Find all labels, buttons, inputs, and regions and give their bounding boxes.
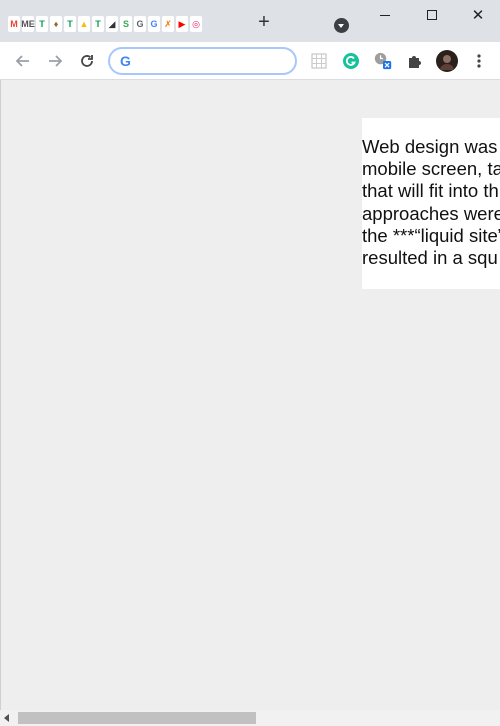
- sheets-icon[interactable]: T: [92, 16, 104, 32]
- arrow-left-icon: [15, 55, 29, 67]
- bolt-icon[interactable]: ✗: [162, 16, 174, 32]
- mega-icon[interactable]: ME: [21, 16, 35, 32]
- figure-icon[interactable]: ♦: [50, 16, 62, 32]
- google-icon[interactable]: G: [148, 16, 160, 32]
- minimize-button[interactable]: [362, 4, 408, 26]
- body-paragraph: Web design was mobile screen, ta that wi…: [362, 136, 500, 269]
- new-tab-button[interactable]: +: [254, 12, 274, 32]
- tab-search-icon[interactable]: [334, 18, 349, 33]
- horizontal-scrollbar[interactable]: [0, 710, 500, 726]
- slash-app-icon[interactable]: ◢: [106, 16, 118, 32]
- green-circle-icon[interactable]: S: [120, 16, 132, 32]
- address-input[interactable]: [140, 51, 290, 71]
- drive-icon[interactable]: ▲: [78, 16, 90, 32]
- youtube-icon[interactable]: ▶: [176, 16, 188, 32]
- back-button[interactable]: [12, 50, 34, 72]
- sheets-icon[interactable]: T: [64, 16, 76, 32]
- google-icon: G: [120, 53, 131, 69]
- gmail-icon[interactable]: M: [8, 16, 20, 32]
- page-viewport: Web design was mobile screen, ta that wi…: [0, 80, 500, 710]
- scroll-left-arrow-icon[interactable]: [4, 714, 9, 722]
- profile-avatar[interactable]: [436, 50, 458, 72]
- close-icon: ✕: [471, 6, 485, 24]
- sheets-icon[interactable]: T: [36, 16, 48, 32]
- pink-app-icon[interactable]: ◎: [190, 16, 202, 32]
- extension-grid-icon[interactable]: [310, 52, 328, 70]
- address-bar[interactable]: G: [108, 47, 297, 75]
- maximize-icon: [427, 10, 437, 20]
- menu-kebab-icon[interactable]: [470, 52, 488, 70]
- extensions-puzzle-icon[interactable]: [406, 52, 424, 70]
- browser-toolbar: G: [0, 42, 500, 80]
- forward-button[interactable]: [44, 50, 66, 72]
- minimize-icon: [380, 14, 390, 16]
- scrollbar-thumb[interactable]: [18, 712, 256, 724]
- content-card: Web design was mobile screen, ta that wi…: [362, 118, 500, 289]
- reload-button[interactable]: [76, 50, 98, 72]
- maximize-button[interactable]: [409, 4, 455, 26]
- arrow-right-icon: [49, 55, 63, 67]
- grammarly-icon[interactable]: [342, 52, 360, 70]
- timer-extension-icon[interactable]: [374, 52, 392, 70]
- grey-app-icon[interactable]: G: [134, 16, 146, 32]
- tab-favicons: M ME T ♦ T ▲ T ◢ S G G ✗ ▶ ◎: [8, 16, 202, 32]
- close-window-button[interactable]: ✕: [455, 4, 500, 26]
- reload-icon: [81, 55, 93, 67]
- tab-strip: M ME T ♦ T ▲ T ◢ S G G ✗ ▶ ◎ + ✕: [0, 0, 500, 42]
